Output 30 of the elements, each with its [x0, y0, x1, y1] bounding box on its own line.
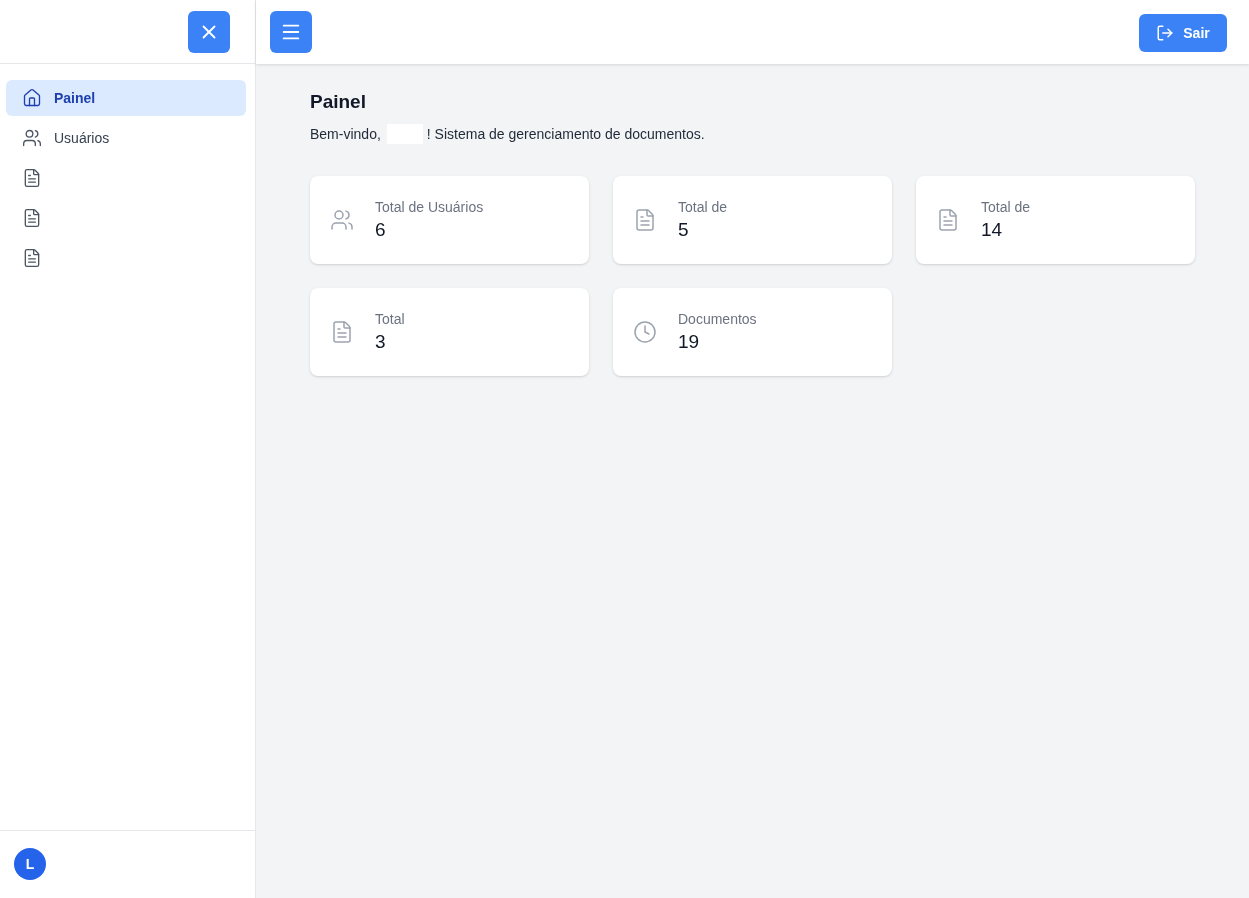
document-icon: [22, 168, 42, 188]
menu-button[interactable]: [270, 11, 312, 53]
stat-label: Total de: [981, 198, 1031, 217]
stat-value: 14: [981, 218, 1003, 242]
stat-value: 6: [375, 218, 386, 242]
document-icon: [330, 320, 354, 344]
stat-label: Total de: [678, 198, 728, 217]
stat-label: Total de Usuários: [375, 198, 484, 217]
logout-icon: [1156, 23, 1175, 42]
close-button[interactable]: [188, 10, 230, 53]
document-icon: [936, 208, 960, 232]
page-title: Painel: [310, 90, 366, 114]
stat-value: 5: [678, 218, 689, 242]
sidebar-item[interactable]: Painel: [6, 80, 246, 116]
welcome-message: ! Sistema de gerenciamento de documentos.: [426, 125, 705, 144]
users-icon: [22, 128, 42, 148]
sidebar-item[interactable]: Usuários: [6, 120, 246, 156]
user-avatar[interactable]: L: [14, 848, 46, 880]
users-icon: [330, 208, 354, 232]
greeting-text: Bem-vindo,: [310, 125, 381, 144]
document-icon: [22, 248, 42, 268]
logout-button[interactable]: Sair: [1139, 13, 1227, 52]
clock-icon: [633, 320, 657, 344]
home-icon: [22, 88, 42, 108]
stat-value: 19: [678, 330, 700, 354]
stat-value: 3: [375, 330, 386, 354]
document-icon: [633, 208, 657, 232]
stat-label: Total: [375, 310, 405, 329]
stat-label: Documentos: [678, 310, 757, 329]
document-icon: [22, 208, 42, 228]
